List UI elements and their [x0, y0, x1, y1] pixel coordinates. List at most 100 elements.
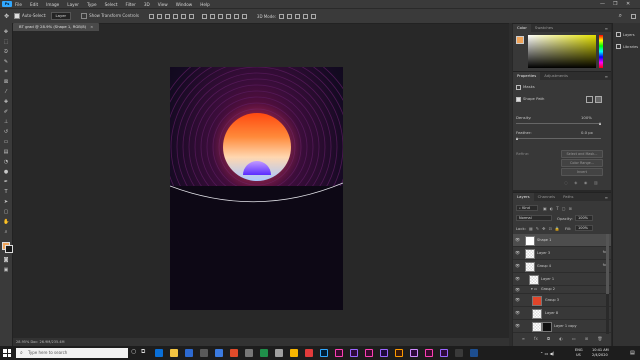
app-icon[interactable]: [245, 349, 253, 357]
distribute-right-icon[interactable]: [241, 13, 247, 19]
adobe-app-icon[interactable]: [350, 349, 358, 357]
dodge-tool-icon[interactable]: ●: [3, 169, 9, 175]
opacity-input[interactable]: 100%: [575, 215, 593, 221]
auto-select-dropdown[interactable]: Layer: [50, 12, 72, 20]
menu-select[interactable]: Select: [105, 2, 118, 7]
marquee-tool-icon[interactable]: ⬚: [3, 39, 9, 45]
layer-row-layer-1-copy[interactable]: 👁 Layer 1 copy: [513, 320, 611, 333]
lasso-tool-icon[interactable]: ᘐ: [3, 49, 9, 55]
tab-paths[interactable]: Paths: [559, 193, 577, 201]
stamp-tool-icon[interactable]: ⊥: [3, 119, 9, 125]
app-icon[interactable]: [470, 349, 478, 357]
align-left-icon[interactable]: [148, 13, 154, 19]
feather-value[interactable]: 0.0 px: [581, 130, 593, 135]
app-icon[interactable]: [260, 349, 268, 357]
select-and-mask-button[interactable]: Select and Mask...: [561, 150, 603, 158]
select-vector-mask-icon[interactable]: [595, 96, 602, 103]
menu-window[interactable]: Window: [176, 2, 193, 7]
app-icon[interactable]: [290, 349, 298, 357]
edge-icon[interactable]: [155, 349, 163, 357]
store-icon[interactable]: [185, 349, 193, 357]
density-slider[interactable]: [516, 122, 601, 125]
eye-icon[interactable]: 👁: [515, 310, 520, 315]
brush-tool-icon[interactable]: ✐: [3, 109, 9, 115]
quick-select-tool-icon[interactable]: ✎: [3, 59, 9, 65]
menu-image[interactable]: Image: [46, 2, 59, 7]
align-top-icon[interactable]: [172, 13, 178, 19]
lock-position-icon[interactable]: ✥: [542, 226, 545, 231]
tab-properties[interactable]: Properties: [513, 72, 541, 80]
feather-slider[interactable]: [516, 137, 601, 140]
app-icon[interactable]: [275, 349, 283, 357]
align-center-icon[interactable]: [156, 13, 162, 19]
new-group-icon[interactable]: ▭: [572, 336, 576, 341]
path-select-tool-icon[interactable]: ➤: [3, 199, 9, 205]
workspace-icon[interactable]: [631, 13, 636, 19]
lock-image-icon[interactable]: ✎: [536, 226, 539, 231]
3d-scale-icon[interactable]: [311, 13, 317, 19]
filter-smart-object-icon[interactable]: ⊞: [569, 206, 572, 211]
distribute-center-icon[interactable]: [233, 13, 239, 19]
panel-menu-icon[interactable]: ≡: [605, 26, 608, 31]
document-tab[interactable]: BT grad @ 28.9% (Shape 1, RGB/8) ×: [13, 23, 100, 31]
adobe-app-icon[interactable]: [335, 349, 343, 357]
task-view-icon[interactable]: ⧉: [141, 348, 145, 356]
app-icon[interactable]: [215, 349, 223, 357]
density-value[interactable]: 100%: [581, 115, 592, 120]
filter-shape-icon[interactable]: ▢: [562, 206, 566, 211]
auto-select-checkbox[interactable]: Auto-Select:: [14, 13, 47, 19]
screen-mode-icon[interactable]: ▣: [3, 267, 9, 273]
locale-indicator[interactable]: US: [576, 353, 581, 357]
panel-menu-icon[interactable]: ≡: [605, 195, 608, 200]
menu-filter[interactable]: Filter: [125, 2, 135, 7]
align-bottom-icon[interactable]: [188, 13, 194, 19]
adobe-app-icon[interactable]: [365, 349, 373, 357]
layer-mask-thumbnail[interactable]: [542, 322, 552, 332]
eraser-tool-icon[interactable]: ▭: [3, 139, 9, 145]
density-slider-handle[interactable]: [599, 122, 601, 125]
eyedropper-tool-icon[interactable]: ⁄: [3, 89, 9, 95]
fill-input[interactable]: 100%: [575, 225, 593, 231]
panel-menu-icon[interactable]: ≡: [605, 74, 608, 79]
background-color-swatch[interactable]: [5, 245, 13, 253]
blur-tool-icon[interactable]: ◔: [3, 159, 9, 165]
delete-layer-icon[interactable]: 🗑: [597, 336, 602, 341]
link-layers-icon[interactable]: ∞: [522, 336, 525, 341]
tab-swatches[interactable]: Swatches: [531, 24, 557, 32]
menu-edit[interactable]: Edit: [30, 2, 38, 7]
hue-slider[interactable]: [599, 35, 603, 68]
eye-icon[interactable]: 👁: [515, 323, 520, 328]
blend-mode-dropdown[interactable]: Normal: [516, 215, 552, 221]
tab-color[interactable]: Color: [513, 24, 531, 32]
gradient-tool-icon[interactable]: ▤: [3, 149, 9, 155]
apply-mask-icon[interactable]: ◈: [574, 180, 577, 186]
mail-icon[interactable]: [200, 349, 208, 357]
close-tab-icon[interactable]: ×: [90, 24, 93, 29]
adjustment-layer-icon[interactable]: ◐: [559, 336, 563, 341]
app-icon[interactable]: [455, 349, 463, 357]
select-pixel-mask-icon[interactable]: [586, 96, 593, 103]
add-style-icon[interactable]: fx: [534, 336, 538, 341]
3d-pan-icon[interactable]: [295, 13, 301, 19]
pen-tool-icon[interactable]: ✒: [3, 179, 9, 185]
color-fg-swatch[interactable]: [516, 36, 524, 44]
file-explorer-icon[interactable]: [170, 349, 178, 357]
color-range-button[interactable]: Color Range...: [561, 159, 603, 167]
menu-help[interactable]: Help: [200, 2, 210, 7]
align-middle-icon[interactable]: [180, 13, 186, 19]
dock-libraries[interactable]: Libraries: [616, 44, 638, 49]
eye-icon[interactable]: 👁: [515, 237, 520, 242]
quick-mask-icon[interactable]: ◙: [3, 257, 9, 263]
eye-icon[interactable]: 👁: [515, 287, 520, 292]
adobe-app-icon[interactable]: [410, 349, 418, 357]
hand-tool-icon[interactable]: ✋: [3, 219, 9, 225]
align-right-icon[interactable]: [164, 13, 170, 19]
artboard-image[interactable]: [170, 67, 343, 310]
distribute-top-icon[interactable]: [201, 13, 207, 19]
notifications-icon[interactable]: ▤: [630, 350, 635, 356]
search-icon[interactable]: ⌕: [619, 12, 622, 20]
type-tool-icon[interactable]: T: [3, 189, 9, 195]
filter-type-icon[interactable]: T: [556, 206, 558, 211]
eye-icon[interactable]: 👁: [515, 263, 520, 268]
color-picker-field[interactable]: [528, 35, 596, 68]
